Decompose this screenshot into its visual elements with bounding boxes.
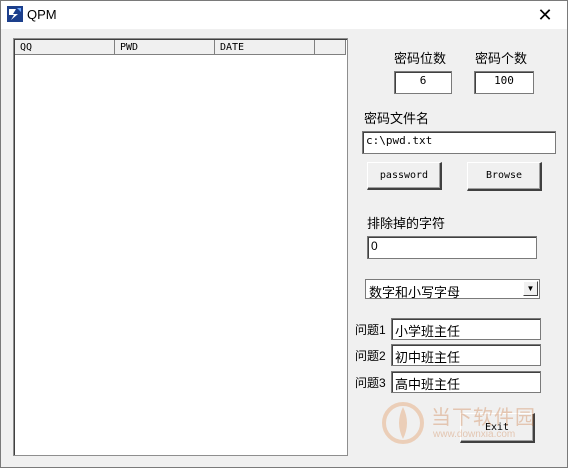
password-length-label: 密码位数 — [394, 51, 447, 66]
question-3-input[interactable]: 高中班主任 — [391, 371, 541, 393]
password-file-input[interactable]: c:\pwd.txt — [362, 131, 556, 154]
column-header-date[interactable]: DATE — [215, 40, 315, 55]
main-window: QPM ✕ QQ PWD DATE 密码位数 密码个数 6 100 密码文件名 … — [0, 0, 568, 468]
watermark: 当下软件园 www.downxia.com — [381, 399, 551, 449]
question-2-input[interactable]: 初中班主任 — [391, 344, 541, 366]
exclude-chars-label: 排除掉的字符 — [367, 216, 446, 231]
browse-button[interactable]: Browse — [467, 162, 542, 191]
title-bar: QPM ✕ — [1, 1, 567, 29]
column-header-empty[interactable] — [315, 40, 346, 55]
column-header-qq[interactable]: QQ — [15, 40, 115, 55]
password-length-input[interactable]: 6 — [394, 71, 452, 94]
password-count-label: 密码个数 — [475, 51, 528, 66]
app-icon — [7, 6, 23, 22]
charset-dropdown[interactable]: 数字和小写字母 ▼ — [365, 279, 540, 300]
password-button[interactable]: password — [367, 162, 442, 190]
watermark-url: www.downxia.com — [433, 429, 516, 440]
charset-selected: 数字和小写字母 — [369, 285, 461, 300]
chevron-down-icon[interactable]: ▼ — [523, 281, 538, 296]
close-icon[interactable]: ✕ — [523, 1, 567, 29]
window-title: QPM — [27, 7, 57, 22]
column-header-pwd[interactable]: PWD — [115, 40, 215, 55]
question-1-input[interactable]: 小学班主任 — [391, 318, 541, 340]
password-list[interactable]: QQ PWD DATE — [13, 38, 348, 456]
question-3-label: 问题3 — [355, 376, 386, 390]
question-1-label: 问题1 — [355, 323, 386, 337]
password-file-label: 密码文件名 — [364, 111, 430, 126]
watermark-logo-icon — [382, 402, 424, 444]
password-count-input[interactable]: 100 — [474, 71, 534, 94]
watermark-brand: 当下软件园 — [431, 407, 536, 429]
question-2-label: 问题2 — [355, 349, 386, 363]
exclude-chars-input[interactable]: 0 — [367, 236, 537, 259]
